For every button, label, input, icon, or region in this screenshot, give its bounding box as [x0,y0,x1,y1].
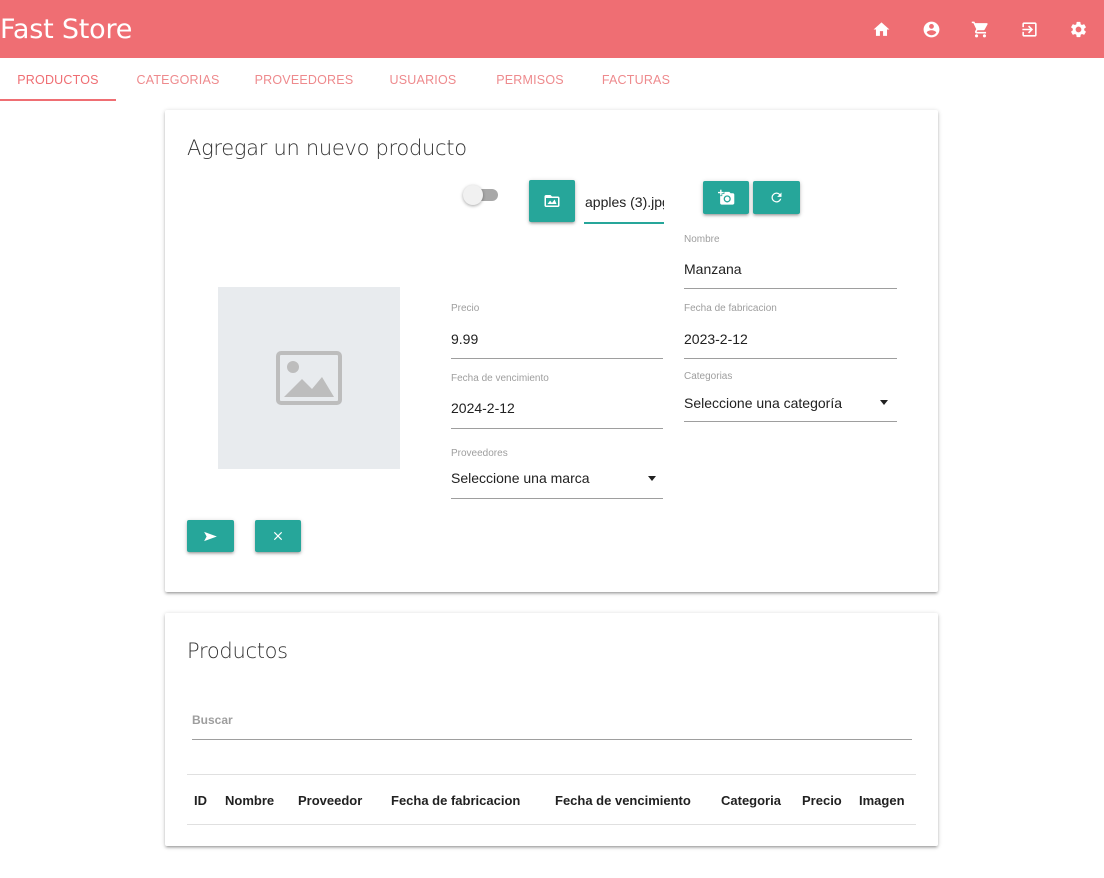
search-input[interactable]: Buscar [192,713,233,727]
table-header-border [187,824,916,825]
tab-proveedores[interactable]: PROVEEDORES [250,58,358,102]
column-header-nombre[interactable]: Nombre [225,793,274,808]
logout-icon[interactable] [1020,20,1039,39]
take-photo-button[interactable] [703,181,749,214]
column-header-proveedor[interactable]: Proveedor [298,793,362,808]
column-header-imagen[interactable]: Imagen [859,793,905,808]
categorias-underline [684,421,897,422]
fecha-vencimiento-underline [451,428,663,429]
home-icon[interactable] [872,20,891,39]
nombre-label: Nombre [684,234,720,245]
nombre-input[interactable]: Manzana [684,261,742,277]
submit-button[interactable] [187,520,234,552]
column-header-fecha-vencimiento[interactable]: Fecha de vencimiento [555,793,691,808]
precio-input[interactable]: 9.99 [451,331,478,347]
search-underline [192,739,912,740]
tab-bar: PRODUCTOS CATEGORIAS PROVEEDORES USUARIO… [0,58,1104,102]
refresh-icon [771,192,782,203]
precio-underline [451,358,663,359]
column-header-categoria[interactable]: Categoria [721,793,781,808]
refresh-camera-button[interactable] [753,181,800,214]
brand-logo[interactable]: Fast Store [0,14,132,45]
image-placeholder-icon [276,351,342,405]
categorias-dropdown-icon[interactable] [880,400,888,405]
column-header-id[interactable]: ID [194,793,207,808]
add-product-title: Agregar un nuevo producto [187,136,467,160]
tab-usuarios[interactable]: USUARIOS [380,58,466,102]
product-image-preview [218,287,400,469]
image-folder-icon [544,195,560,207]
proveedores-select[interactable]: Seleccione una marca [451,470,590,486]
table-top-border [187,774,916,775]
cart-icon[interactable] [971,20,990,39]
categorias-label: Categorias [684,371,733,382]
active-tab-indicator [0,99,116,101]
fecha-vencimiento-label: Fecha de vencimiento [451,373,549,384]
proveedores-label: Proveedores [451,448,508,459]
proveedores-dropdown-icon[interactable] [648,476,656,481]
send-icon [204,531,217,541]
column-header-precio[interactable]: Precio [802,793,842,808]
tab-facturas[interactable]: FACTURAS [596,58,676,102]
categorias-select[interactable]: Seleccione una categoría [684,395,842,411]
tab-permisos[interactable]: PERMISOS [490,58,570,102]
nombre-underline [684,288,897,289]
settings-icon[interactable] [1069,20,1088,39]
close-icon [273,531,283,541]
fecha-fabricacion-underline [684,358,897,359]
choose-file-button[interactable] [529,180,575,222]
add-photo-icon [717,189,734,205]
fecha-vencimiento-input[interactable]: 2024-2-12 [451,400,515,416]
precio-label: Precio [451,303,480,314]
file-name-input[interactable]: apples (3).jpg [585,194,664,210]
proveedores-underline [451,498,663,499]
camera-toggle-switch[interactable] [463,185,483,205]
tab-productos[interactable]: PRODUCTOS [0,58,116,102]
column-header-fecha-fabricacion[interactable]: Fecha de fabricacion [391,793,520,808]
fecha-fabricacion-label: Fecha de fabricacion [684,303,777,314]
account-circle-icon[interactable] [922,20,941,39]
top-app-bar: Fast Store [0,0,1104,58]
file-name-underline [584,222,664,224]
fecha-fabricacion-input[interactable]: 2023-2-12 [684,331,748,347]
cancel-button[interactable] [255,520,301,552]
products-title: Productos [187,639,288,663]
tab-categorias[interactable]: CATEGORIAS [128,58,228,102]
